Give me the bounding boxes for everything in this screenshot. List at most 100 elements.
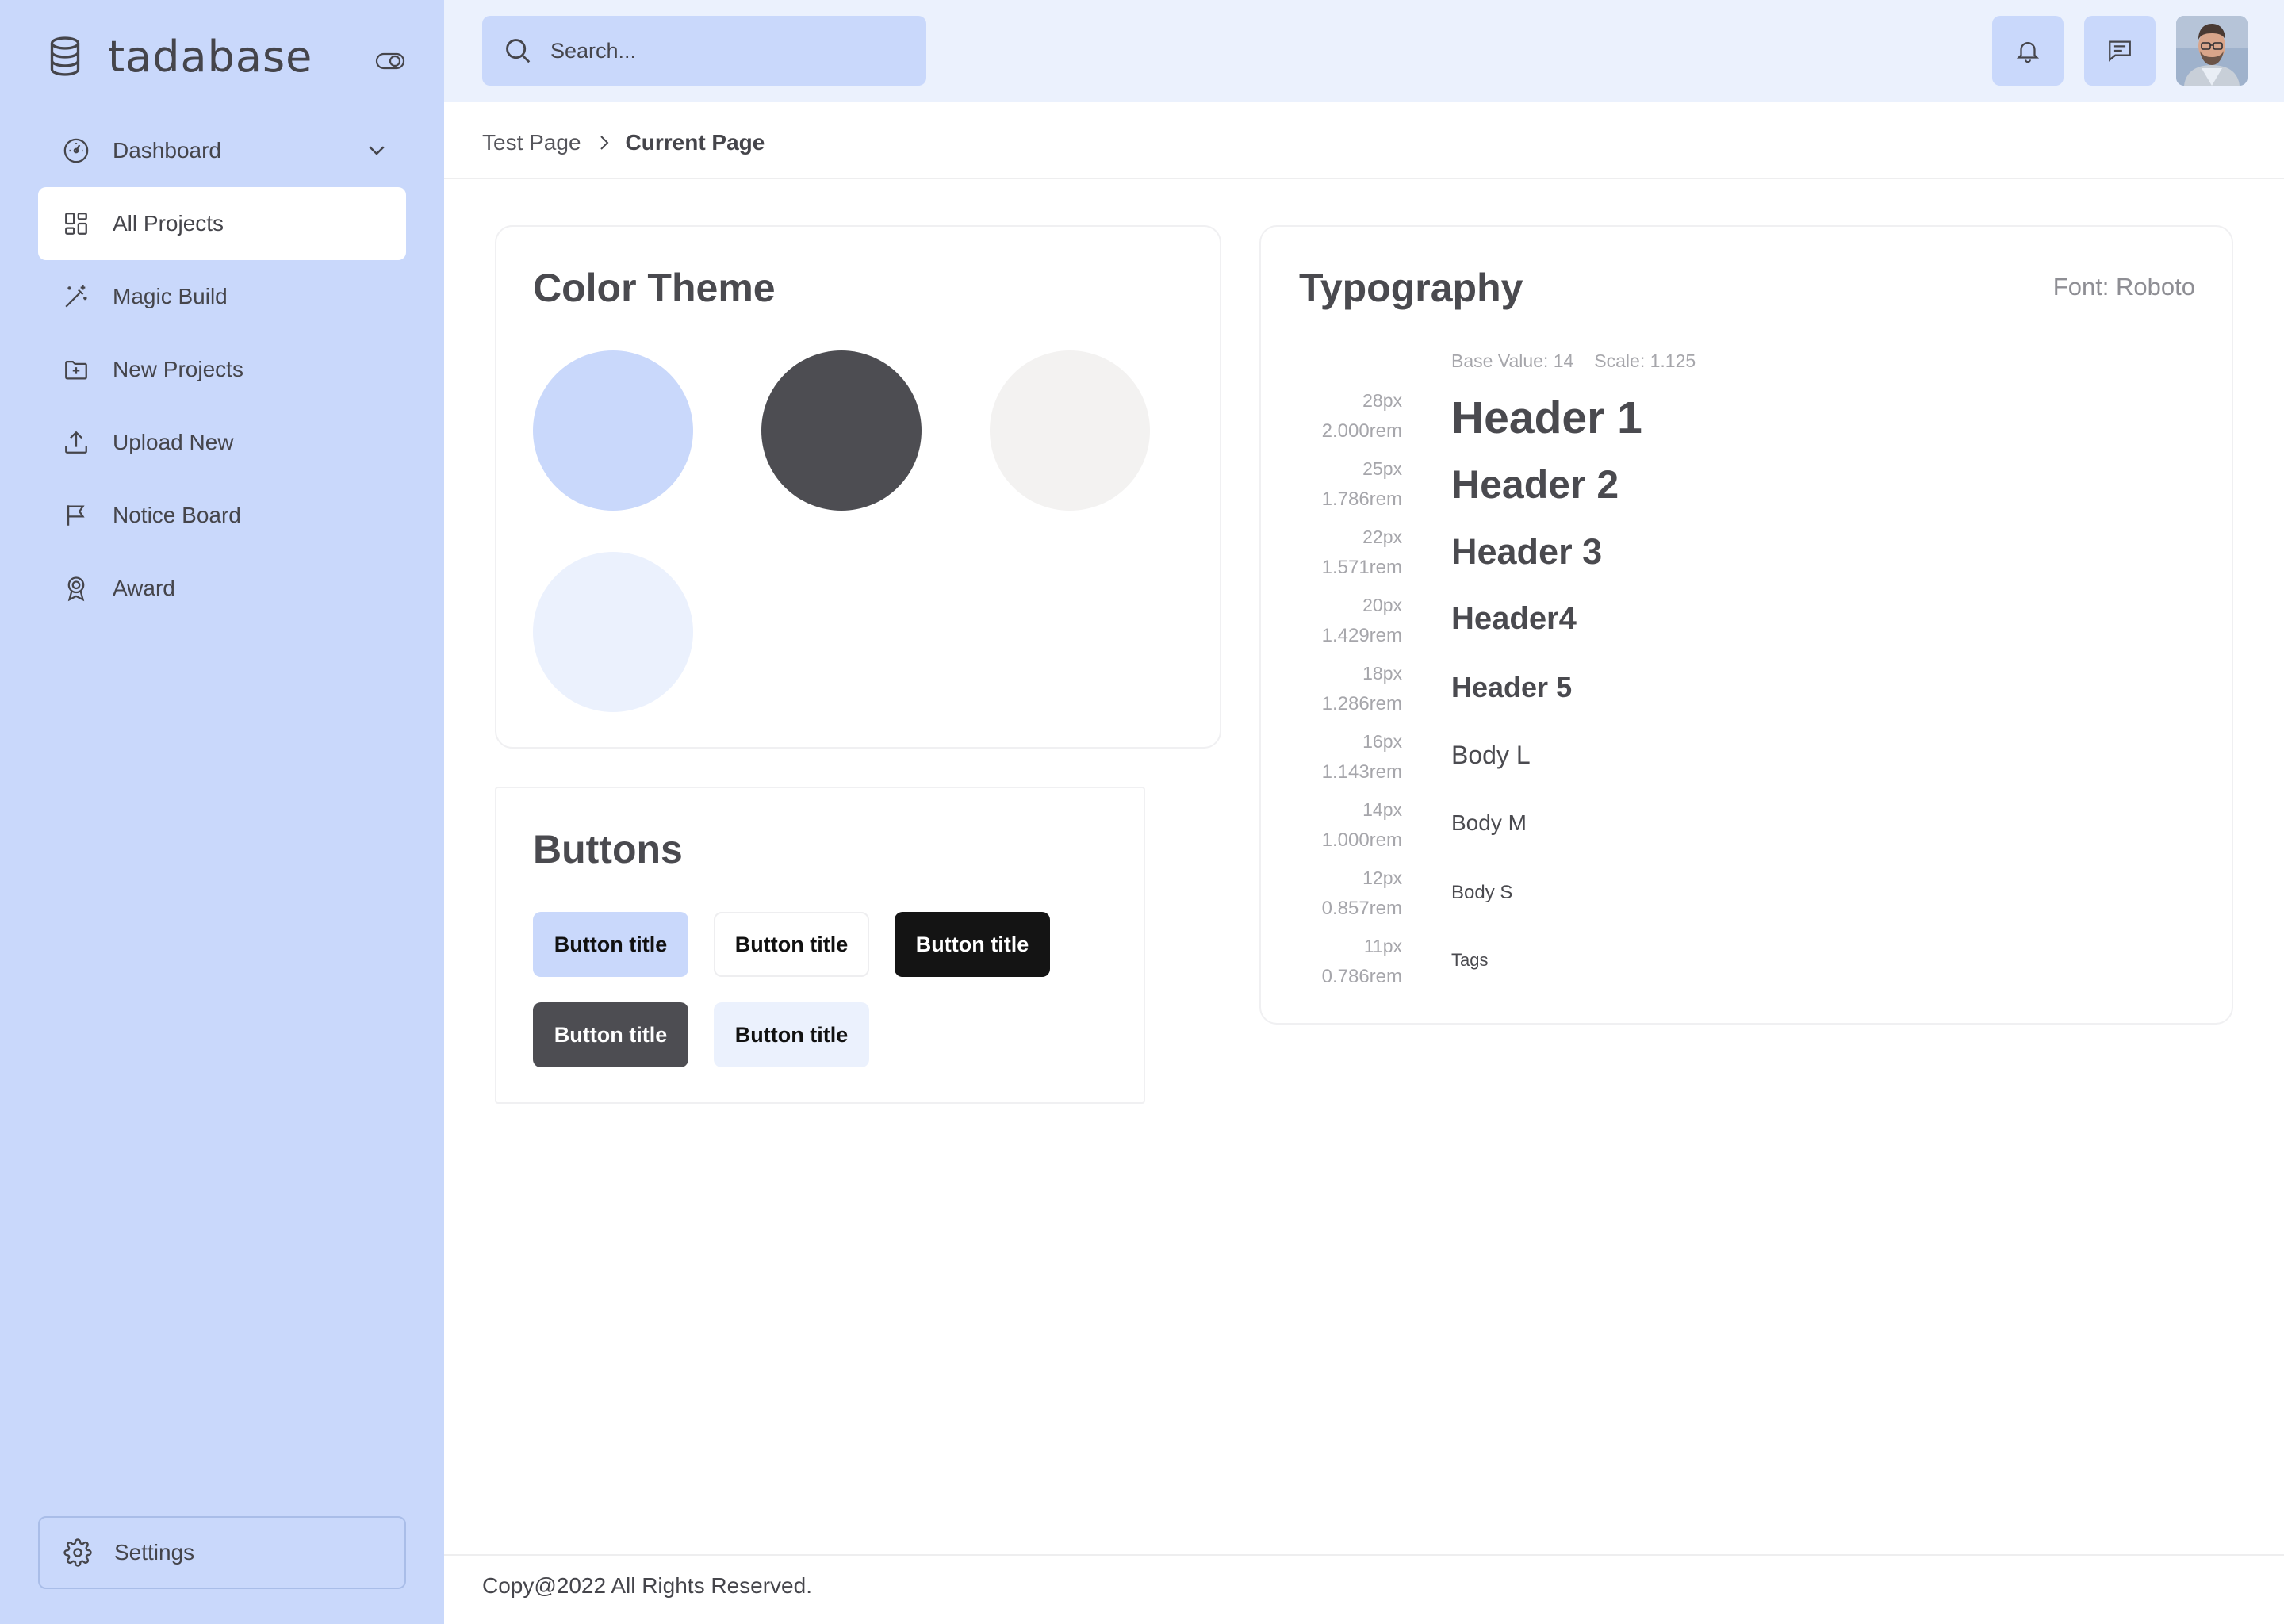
search-box[interactable] [482, 16, 926, 86]
size-rem: 0.857rem [1321, 898, 1402, 919]
user-avatar-photo [2176, 16, 2248, 86]
sidebar-nav: Dashboard All Projects Magic Build New P… [38, 114, 406, 625]
grid-icon [62, 209, 90, 238]
typography-meta: Base Value: 14 Scale: 1.125 [1451, 350, 1696, 372]
sidebar-item-award[interactable]: Award [38, 552, 406, 625]
bell-icon [2016, 42, 2040, 63]
sidebar-item-label: Dashboard [113, 138, 221, 163]
settings-label: Settings [114, 1540, 195, 1565]
gear-icon [63, 1538, 92, 1567]
typography-row: 16px 1.143rem Body L [1261, 728, 2235, 796]
size-px: 16px [1362, 731, 1402, 752]
settings-button[interactable]: Settings [38, 1516, 406, 1589]
breadcrumb-parent[interactable]: Test Page [482, 130, 581, 155]
search-input[interactable] [550, 38, 899, 63]
button-pale-blue[interactable]: Button title [714, 1002, 869, 1067]
breadcrumb-current: Current Page [625, 130, 765, 155]
type-sample: Header 1 [1451, 393, 1642, 443]
typography-row: 25px 1.786rem Header 2 [1261, 455, 2235, 523]
sidebar-item-label: Notice Board [113, 503, 241, 527]
base-value: Base Value: 14 [1451, 350, 1574, 371]
sidebar-item-magic-build[interactable]: Magic Build [38, 260, 406, 333]
upload-icon [62, 428, 90, 457]
footer-copyright: Copy@2022 All Rights Reserved. [482, 1573, 812, 1598]
size-px: 25px [1362, 458, 1402, 479]
type-sample: Header 2 [1451, 462, 1619, 507]
messages-button[interactable] [2084, 16, 2156, 86]
sidebar-item-label: Upload New [113, 430, 234, 454]
size-rem: 1.286rem [1321, 693, 1402, 714]
size-px: 14px [1362, 799, 1402, 820]
app-logo[interactable]: tadabase [48, 29, 312, 84]
user-avatar[interactable] [2176, 16, 2248, 86]
scale-value: Scale: 1.125 [1594, 350, 1696, 371]
folder-plus-icon [62, 355, 90, 384]
search-icon [506, 39, 531, 63]
typography-row: 20px 1.429rem Header4 [1261, 592, 2235, 660]
size-rem: 1.571rem [1321, 557, 1402, 578]
sidebar-item-dashboard[interactable]: Dashboard [38, 114, 406, 187]
header-divider [444, 178, 2284, 179]
type-sample: Body M [1451, 810, 1527, 835]
sidebar-item-label: Award [113, 576, 175, 600]
magic-wand-icon [62, 282, 90, 311]
sidebar-item-all-projects[interactable]: All Projects [38, 187, 406, 260]
size-rem: 1.429rem [1321, 625, 1402, 646]
type-sample: Header 3 [1451, 531, 1603, 572]
size-px: 11px [1363, 936, 1402, 956]
typography-row: 12px 0.857rem Body S [1261, 864, 2235, 933]
size-rem: 0.786rem [1321, 966, 1402, 987]
button-black[interactable]: Button title [895, 912, 1050, 977]
size-px: 22px [1362, 527, 1402, 547]
sidebar-item-upload-new[interactable]: Upload New [38, 406, 406, 479]
typography-row: 11px 0.786rem Tags [1261, 933, 2235, 1001]
size-px: 18px [1362, 663, 1402, 684]
color-swatch[interactable] [533, 552, 693, 712]
typography-card: Typography Font: Roboto Base Value: 14 Sc… [1259, 225, 2233, 1025]
color-swatch[interactable] [990, 350, 1150, 511]
type-sample: Header 5 [1451, 671, 1573, 703]
button-primary-light[interactable]: Button title [533, 912, 688, 977]
size-rem: 1.000rem [1321, 829, 1402, 851]
color-theme-title: Color Theme [533, 266, 776, 310]
dashboard-gauge-icon [62, 136, 90, 165]
top-bar [444, 0, 2284, 102]
app-name: tadabase [108, 31, 313, 82]
size-px: 28px [1362, 390, 1402, 411]
buttons-title: Buttons [533, 827, 683, 871]
sidebar-item-label: New Projects [113, 357, 243, 381]
type-sample: Header4 [1451, 601, 1577, 636]
typography-row: 22px 1.571rem Header 3 [1261, 523, 2235, 592]
typography-row: 28px 2.000rem Header 1 [1261, 387, 2235, 455]
size-rem: 1.786rem [1321, 488, 1402, 510]
size-px: 12px [1362, 868, 1402, 888]
size-rem: 2.000rem [1321, 420, 1402, 442]
breadcrumb: Test Page Current Page [482, 127, 765, 159]
color-theme-card: Color Theme [495, 225, 1221, 749]
notifications-button[interactable] [1992, 16, 2064, 86]
color-swatch[interactable] [533, 350, 693, 511]
chat-icon [2109, 40, 2131, 62]
award-icon [62, 574, 90, 603]
sidebar: tadabase Dashboard All Projects Magic Bu… [0, 0, 444, 1624]
typography-title: Typography [1299, 266, 1523, 310]
button-outline[interactable]: Button title [714, 912, 869, 977]
chevron-down-icon[interactable] [365, 138, 389, 162]
font-label: Font: Roboto [2052, 273, 2195, 301]
button-dark-gray[interactable]: Button title [533, 1002, 688, 1067]
sidebar-item-label: All Projects [113, 211, 224, 236]
size-rem: 1.143rem [1321, 761, 1402, 783]
color-swatch[interactable] [761, 350, 922, 511]
flag-icon [62, 501, 90, 530]
buttons-card: Buttons Button title Button title Button… [495, 787, 1145, 1104]
chevron-right-icon [600, 136, 608, 150]
type-sample: Tags [1451, 950, 1489, 970]
type-sample: Body S [1451, 882, 1513, 903]
footer-divider [444, 1554, 2284, 1556]
sidebar-item-label: Magic Build [113, 284, 228, 308]
sidebar-item-new-projects[interactable]: New Projects [38, 333, 406, 406]
typography-row: 14px 1.000rem Body M [1261, 796, 2235, 864]
sidebar-item-notice-board[interactable]: Notice Board [38, 479, 406, 552]
database-icon [50, 36, 80, 76]
sidebar-toggle-icon[interactable] [374, 49, 406, 73]
